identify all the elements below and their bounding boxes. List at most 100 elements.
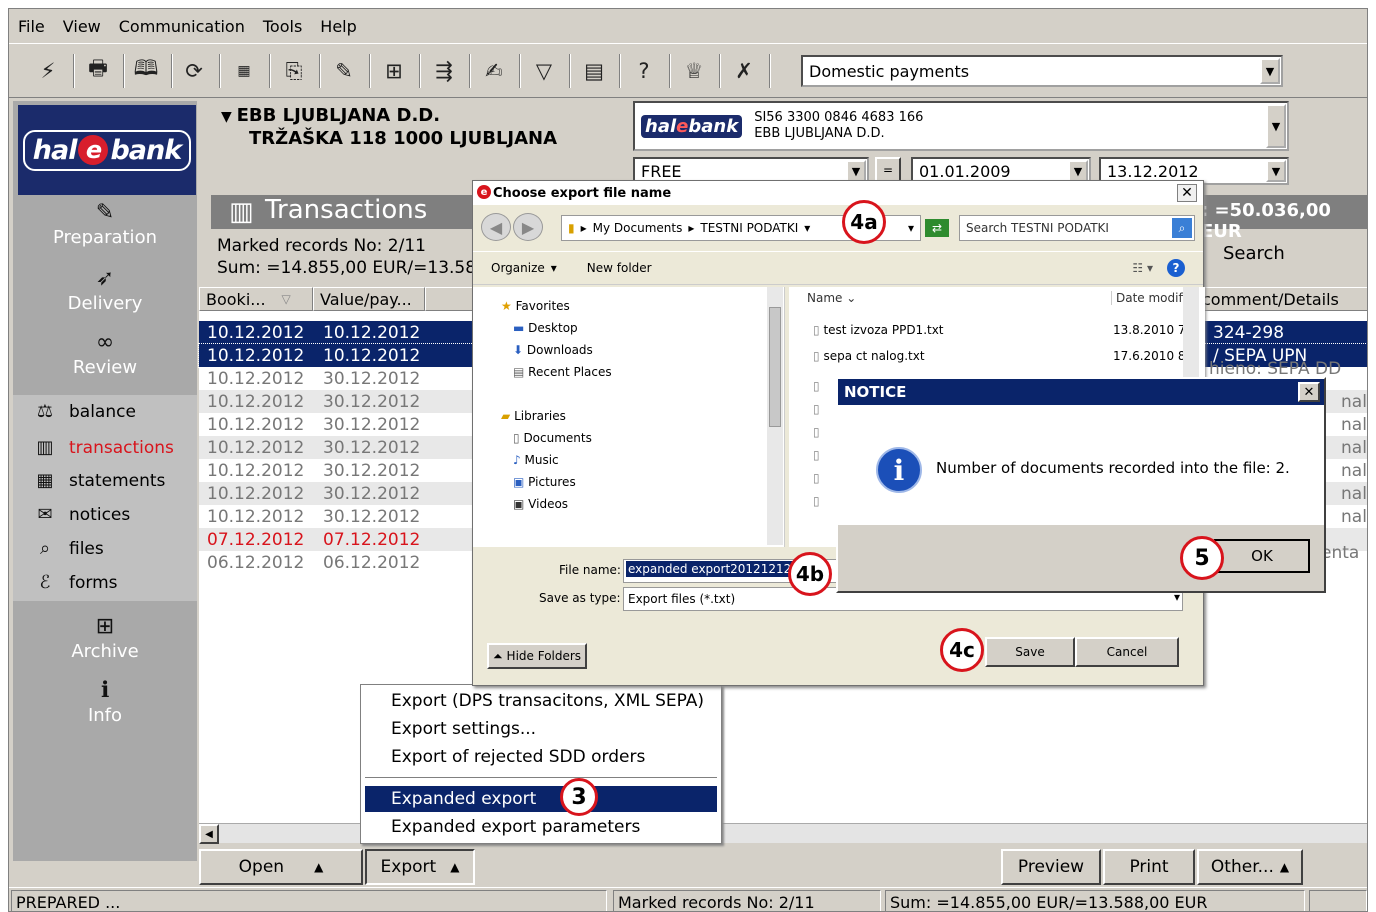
menu-export-settings[interactable]: Export settings... <box>365 716 717 742</box>
export-button[interactable]: Export ▲ <box>365 849 475 885</box>
column-booking[interactable]: Booki... ▽ <box>199 287 313 311</box>
account-select[interactable]: halebank SI56 3300 0846 4683 166 EBB LJUB… <box>633 101 1289 151</box>
tree-documents[interactable]: ▯ Documents <box>513 431 592 445</box>
nav-info[interactable]: ℹ Info <box>13 677 197 726</box>
nav-balance[interactable]: ⚖ balance <box>33 401 136 422</box>
chevron-down-icon[interactable]: ▼ <box>1068 160 1088 182</box>
nav-files[interactable]: ⌕ files <box>33 538 104 559</box>
file-name-value: expanded export20121212 <box>626 561 794 577</box>
search-input[interactable]: Search TESTNI PODATKI ⌕ <box>959 215 1195 241</box>
nav-notices[interactable]: ✉ notices <box>33 504 130 525</box>
nav-transactions-label: transactions <box>69 437 174 458</box>
column-value[interactable]: Value/pay... <box>313 287 425 311</box>
menu-export-dps[interactable]: Export (DPS transacitons, XML SEPA) <box>365 688 717 714</box>
file-date: 17.6.2010 8 <box>1113 349 1186 363</box>
new-folder-button[interactable]: New folder <box>587 261 652 275</box>
column-name[interactable]: Name ⌄ <box>807 291 856 305</box>
file-item[interactable]: ▯ sepa ct nalog.txt 17.6.2010 8 <box>813 349 1203 363</box>
ok-button[interactable]: OK <box>1214 539 1310 573</box>
chevron-down-icon[interactable]: ▾ <box>908 221 914 235</box>
close-tools-icon[interactable]: ✗ <box>727 54 761 88</box>
chevron-down-icon[interactable]: ▼ <box>846 160 866 182</box>
help-icon[interactable]: ? <box>627 54 661 88</box>
tree-pictures[interactable]: ▣ Pictures <box>513 475 576 489</box>
tree-libraries[interactable]: ▰ Libraries <box>501 409 566 423</box>
menu-expanded-export-params[interactable]: Expanded export parameters <box>365 814 717 840</box>
certificate-icon[interactable]: ♕ <box>677 54 711 88</box>
column-booking-label: Booki... <box>206 289 266 309</box>
nav-forms[interactable]: ℰforms <box>33 572 118 593</box>
organize-button[interactable]: Organize <box>491 261 545 275</box>
transactions-total: : =50.036,00 EUR <box>1201 200 1331 242</box>
envelope-icon: ✉ <box>37 504 53 525</box>
open-button[interactable]: Open ▲ <box>199 849 363 885</box>
view-icon[interactable]: ☷ ▾ <box>1132 261 1153 275</box>
payment-type-select[interactable]: Domestic payments ▼ <box>801 55 1283 87</box>
tree-downloads[interactable]: ⬇ Downloads <box>513 343 593 357</box>
book-icon[interactable]: 🕮 <box>129 54 163 88</box>
close-icon[interactable]: ✕ <box>1298 382 1320 402</box>
menu-tools[interactable]: Tools <box>254 17 311 36</box>
chevron-down-icon[interactable]: ▼ <box>1266 160 1286 182</box>
account-header[interactable]: ▼ EBB LJUBLJANA D.D. TRŽAŠKA 118 1000 LJ… <box>221 105 557 149</box>
nav-delivery[interactable]: ➶ Delivery <box>13 265 197 314</box>
menu-expanded-export[interactable]: Expanded export <box>365 786 717 812</box>
menu-file[interactable]: File <box>9 17 54 36</box>
file-item[interactable]: ▯ test izvoza PPD1.txt 13.8.2010 7 <box>813 323 1203 337</box>
nav-archive[interactable]: ⊞ Archive <box>13 613 197 662</box>
sign-icon[interactable]: ✍ <box>477 54 511 88</box>
menu-help[interactable]: Help <box>311 17 365 36</box>
tree-music[interactable]: ♪ Music <box>513 453 559 467</box>
close-icon[interactable]: ✕ <box>1177 184 1197 202</box>
sync-icon[interactable]: ⟳ <box>177 54 211 88</box>
print-button[interactable]: Print <box>1103 849 1195 885</box>
path-my-documents[interactable]: My Documents <box>593 221 683 235</box>
status-state: PREPARED ... <box>11 890 607 911</box>
export-icon[interactable]: ⇶ <box>427 54 461 88</box>
save-button[interactable]: Save <box>985 637 1075 667</box>
connect-icon[interactable]: ⚡ <box>31 54 65 88</box>
grid-icon[interactable]: ⊞ <box>377 54 411 88</box>
print-icon[interactable]: 🖶 <box>81 54 115 88</box>
search-icon[interactable]: ⌕ <box>1172 218 1192 238</box>
edit-icon[interactable]: ✎ <box>327 54 361 88</box>
search-button[interactable]: Search <box>1223 243 1285 264</box>
tree-recent[interactable]: ▤ Recent Places <box>513 365 612 379</box>
nav-files-label: files <box>69 538 104 559</box>
hide-folders-button[interactable]: ⏶ Hide Folders <box>487 643 587 669</box>
column-comment-label: comment/Details <box>1202 289 1339 309</box>
nav-statements[interactable]: ▦ statements <box>33 470 165 491</box>
column-date[interactable]: Date modifi <box>1111 291 1186 305</box>
scroll-left-icon[interactable]: ◀ <box>199 824 219 844</box>
archive-icon: ⊞ <box>95 614 115 639</box>
copy-icon[interactable]: ⎘ <box>277 54 311 88</box>
help-icon[interactable]: ? <box>1167 259 1185 277</box>
chevron-down-icon[interactable]: ▼ <box>1260 58 1280 84</box>
tree-videos[interactable]: ▣ Videos <box>513 497 568 511</box>
menu-communication[interactable]: Communication <box>110 17 254 36</box>
tree-favorites[interactable]: ★ Favorites <box>501 299 570 313</box>
back-icon[interactable]: ◀ <box>481 213 511 241</box>
path-testni-podatki[interactable]: TESTNI PODATKI <box>700 221 798 235</box>
calculator-icon[interactable]: ▤ <box>577 54 611 88</box>
filter-icon[interactable]: ▽ <box>527 54 561 88</box>
tree-scrollbar[interactable] <box>767 287 783 545</box>
preview-button[interactable]: Preview <box>1001 849 1101 885</box>
other-button[interactable]: Other... ▲ <box>1197 849 1303 885</box>
chevron-down-icon[interactable]: ▼ <box>1266 104 1286 148</box>
refresh-icon[interactable]: ⇄ <box>925 219 949 237</box>
row-comment: nalo <box>1341 391 1367 412</box>
row-booking: 06.12.2012 <box>207 552 305 573</box>
forward-icon[interactable]: ▶ <box>513 213 543 241</box>
nav-review[interactable]: ∞ Review <box>13 329 197 378</box>
cancel-button[interactable]: Cancel <box>1075 637 1179 667</box>
tree-desktop[interactable]: ▬ Desktop <box>513 321 578 335</box>
menu-view[interactable]: View <box>54 17 110 36</box>
menu-export-rejected[interactable]: Export of rejected SDD orders <box>365 744 717 770</box>
row-comment: nalo <box>1341 414 1367 435</box>
nav-transactions[interactable]: ▥ transactions <box>33 437 174 458</box>
row-value: 06.12.2012 <box>323 552 421 573</box>
folder-tree: ★ Favorites ▬ Desktop ⬇ Downloads ▤ Rece… <box>473 287 785 547</box>
nav-preparation[interactable]: ✎ Preparation <box>13 199 197 248</box>
binary-icon[interactable]: ▦ <box>227 54 261 88</box>
